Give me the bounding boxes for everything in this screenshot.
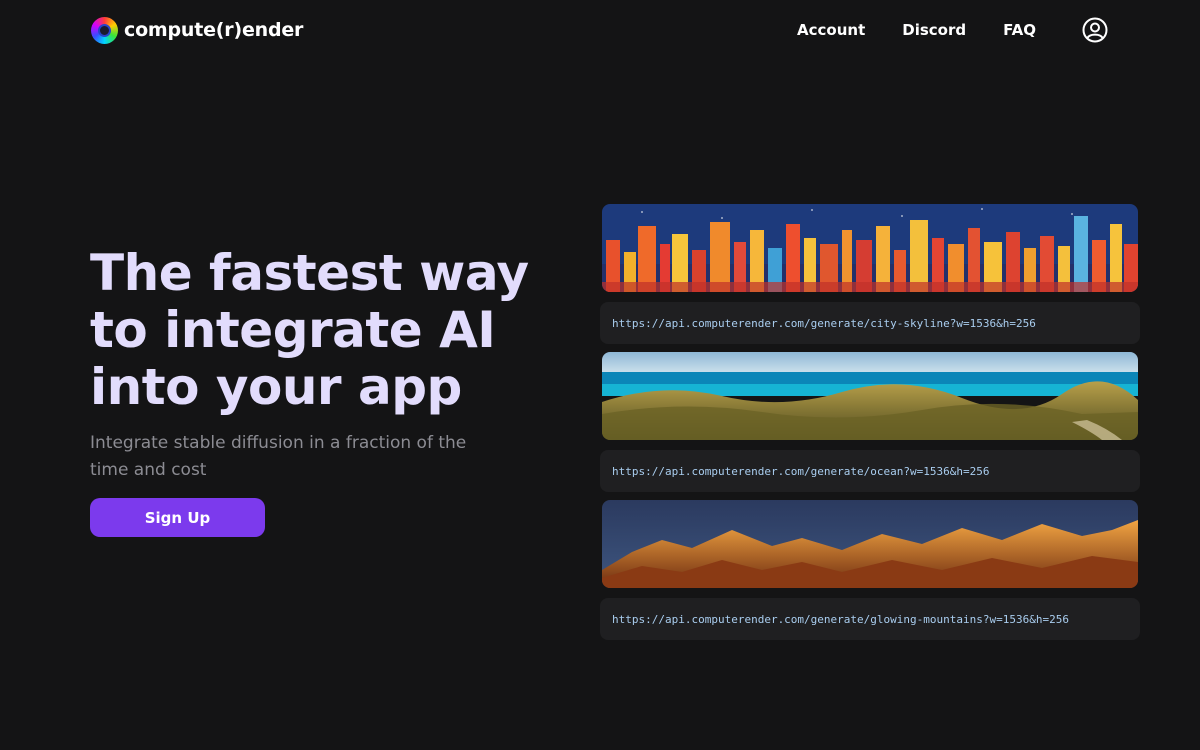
api-url-box[interactable]: https://api.computerender.com/generate/o… (600, 450, 1140, 492)
api-url: https://api.computerender.com/generate/g… (612, 612, 1069, 626)
gallery-item: https://api.computerender.com/generate/c… (600, 204, 1140, 344)
ocean-image (602, 352, 1138, 440)
hero-headline: The fastest way to integrate AI into you… (90, 245, 530, 416)
headline-line: to integrate AI (90, 301, 496, 359)
hero-section: The fastest way to integrate AI into you… (90, 245, 530, 537)
api-url: https://api.computerender.com/generate/o… (612, 464, 990, 478)
city-skyline-image (602, 204, 1138, 292)
api-url: https://api.computerender.com/generate/c… (612, 316, 1036, 330)
api-url-box[interactable]: https://api.computerender.com/generate/c… (600, 302, 1140, 344)
nav-link-discord[interactable]: Discord (902, 21, 966, 39)
api-url-box[interactable]: https://api.computerender.com/generate/g… (600, 598, 1140, 640)
glowing-mountains-image (602, 500, 1138, 588)
hero-subhead: Integrate stable diffusion in a fraction… (90, 433, 467, 480)
sign-up-button[interactable]: Sign Up (90, 498, 265, 537)
landing-page: compute(r)ender Account Discord FAQ The … (0, 0, 1200, 750)
gallery-item: https://api.computerender.com/generate/g… (600, 500, 1140, 640)
headline-line: into your app (90, 358, 462, 416)
user-circle-icon[interactable] (1082, 17, 1108, 43)
brand-home-link[interactable]: compute(r)ender (91, 16, 303, 44)
nav-link-account[interactable]: Account (797, 21, 865, 39)
example-gallery: https://api.computerender.com/generate/c… (600, 204, 1140, 648)
gallery-item: https://api.computerender.com/generate/o… (600, 352, 1140, 492)
nav-link-faq[interactable]: FAQ (1003, 21, 1036, 39)
brand-name: compute(r)ender (124, 19, 304, 41)
headline-line: The fastest way (90, 244, 529, 302)
rainbow-ring-logo-icon (91, 16, 118, 44)
nav-links: Account Discord FAQ (797, 14, 1108, 46)
top-nav: compute(r)ender Account Discord FAQ (0, 0, 1200, 60)
